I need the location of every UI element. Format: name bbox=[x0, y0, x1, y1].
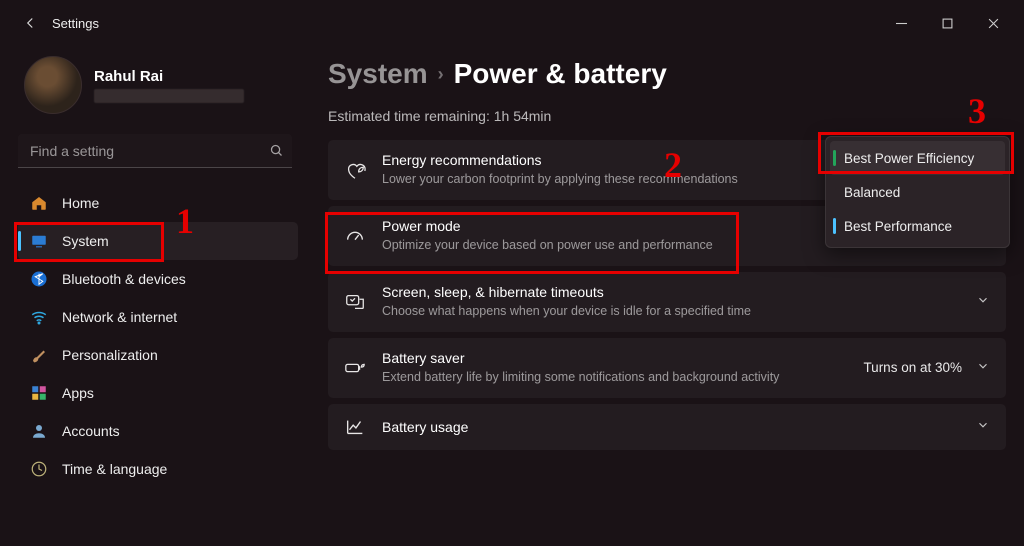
card-title: Battery usage bbox=[382, 419, 960, 435]
wifi-icon bbox=[30, 308, 48, 326]
card-screen-sleep[interactable]: Screen, sleep, & hibernate timeouts Choo… bbox=[328, 272, 1006, 332]
bluetooth-icon bbox=[30, 270, 48, 288]
card-desc: Extend battery life by limiting some not… bbox=[382, 369, 847, 386]
leaf-heart-icon bbox=[344, 159, 366, 181]
nav-item-apps[interactable]: Apps bbox=[18, 374, 298, 412]
chevron-right-icon: › bbox=[438, 64, 444, 85]
nav-label: Accounts bbox=[62, 423, 120, 439]
card-battery-usage[interactable]: Battery usage bbox=[328, 404, 1006, 450]
nav-item-personalization[interactable]: Personalization bbox=[18, 336, 298, 374]
screen-sleep-icon bbox=[344, 291, 366, 313]
system-icon bbox=[30, 232, 48, 250]
search-box[interactable] bbox=[18, 134, 292, 168]
power-mode-dropdown[interactable]: Best Power Efficiency Balanced Best Perf… bbox=[825, 136, 1010, 248]
account-email-blurred bbox=[94, 89, 244, 103]
breadcrumb-parent[interactable]: System bbox=[328, 58, 428, 90]
card-title: Battery saver bbox=[382, 350, 847, 366]
card-desc: Lower your carbon footprint by applying … bbox=[382, 171, 861, 188]
dropdown-option-best-power-efficiency[interactable]: Best Power Efficiency bbox=[830, 141, 1005, 175]
nav-label: Time & language bbox=[62, 461, 167, 477]
nav-label: Bluetooth & devices bbox=[62, 271, 186, 287]
breadcrumb-current: Power & battery bbox=[454, 58, 667, 90]
card-desc: Choose what happens when your device is … bbox=[382, 303, 960, 320]
nav-item-home[interactable]: Home bbox=[18, 184, 298, 222]
account-name: Rahul Rai bbox=[94, 68, 244, 85]
chevron-down-icon bbox=[976, 293, 990, 310]
option-label: Best Power Efficiency bbox=[844, 151, 974, 166]
card-title: Screen, sleep, & hibernate timeouts bbox=[382, 284, 960, 300]
breadcrumb: System › Power & battery bbox=[328, 58, 1006, 90]
sidebar: Rahul Rai Home System Bluetooth & device… bbox=[0, 46, 310, 546]
nav-label: Apps bbox=[62, 385, 94, 401]
nav-list: Home System Bluetooth & devices Network … bbox=[18, 184, 298, 488]
home-icon bbox=[30, 194, 48, 212]
nav-item-time-language[interactable]: Time & language bbox=[18, 450, 298, 488]
arrow-left-icon bbox=[21, 14, 39, 32]
accounts-icon bbox=[30, 422, 48, 440]
dropdown-option-balanced[interactable]: Balanced bbox=[830, 175, 1005, 209]
nav-label: Home bbox=[62, 195, 99, 211]
main-content: System › Power & battery Estimated time … bbox=[310, 46, 1024, 546]
nav-label: Network & internet bbox=[62, 309, 177, 325]
dropdown-option-best-performance[interactable]: Best Performance bbox=[830, 209, 1005, 243]
card-battery-saver[interactable]: Battery saver Extend battery life by lim… bbox=[328, 338, 1006, 398]
window-title: Settings bbox=[52, 16, 99, 31]
close-button[interactable] bbox=[970, 6, 1016, 40]
search-icon bbox=[269, 143, 284, 158]
nav-label: Personalization bbox=[62, 347, 158, 363]
account-block[interactable]: Rahul Rai bbox=[18, 46, 298, 120]
chevron-down-icon bbox=[976, 359, 990, 376]
apps-icon bbox=[30, 384, 48, 402]
brush-icon bbox=[30, 346, 48, 364]
estimated-time-line: Estimated time remaining: 1h 54min bbox=[328, 108, 1006, 124]
gauge-icon bbox=[344, 225, 366, 247]
nav-label: System bbox=[62, 233, 109, 249]
nav-item-accounts[interactable]: Accounts bbox=[18, 412, 298, 450]
nav-item-system[interactable]: System bbox=[18, 222, 298, 260]
search-input[interactable] bbox=[30, 143, 269, 159]
battery-leaf-icon bbox=[344, 357, 366, 379]
nav-item-bluetooth[interactable]: Bluetooth & devices bbox=[18, 260, 298, 298]
option-label: Balanced bbox=[844, 185, 900, 200]
minimize-button[interactable] bbox=[878, 6, 924, 40]
battery-saver-status: Turns on at 30% bbox=[863, 360, 962, 375]
maximize-button[interactable] bbox=[924, 6, 970, 40]
avatar bbox=[24, 56, 82, 114]
back-button[interactable] bbox=[12, 5, 48, 41]
chart-line-icon bbox=[344, 416, 366, 438]
clock-globe-icon bbox=[30, 460, 48, 478]
titlebar: Settings bbox=[0, 0, 1024, 46]
chevron-down-icon bbox=[976, 418, 990, 435]
nav-item-network[interactable]: Network & internet bbox=[18, 298, 298, 336]
card-title: Energy recommendations bbox=[382, 152, 861, 168]
option-label: Best Performance bbox=[844, 219, 952, 234]
